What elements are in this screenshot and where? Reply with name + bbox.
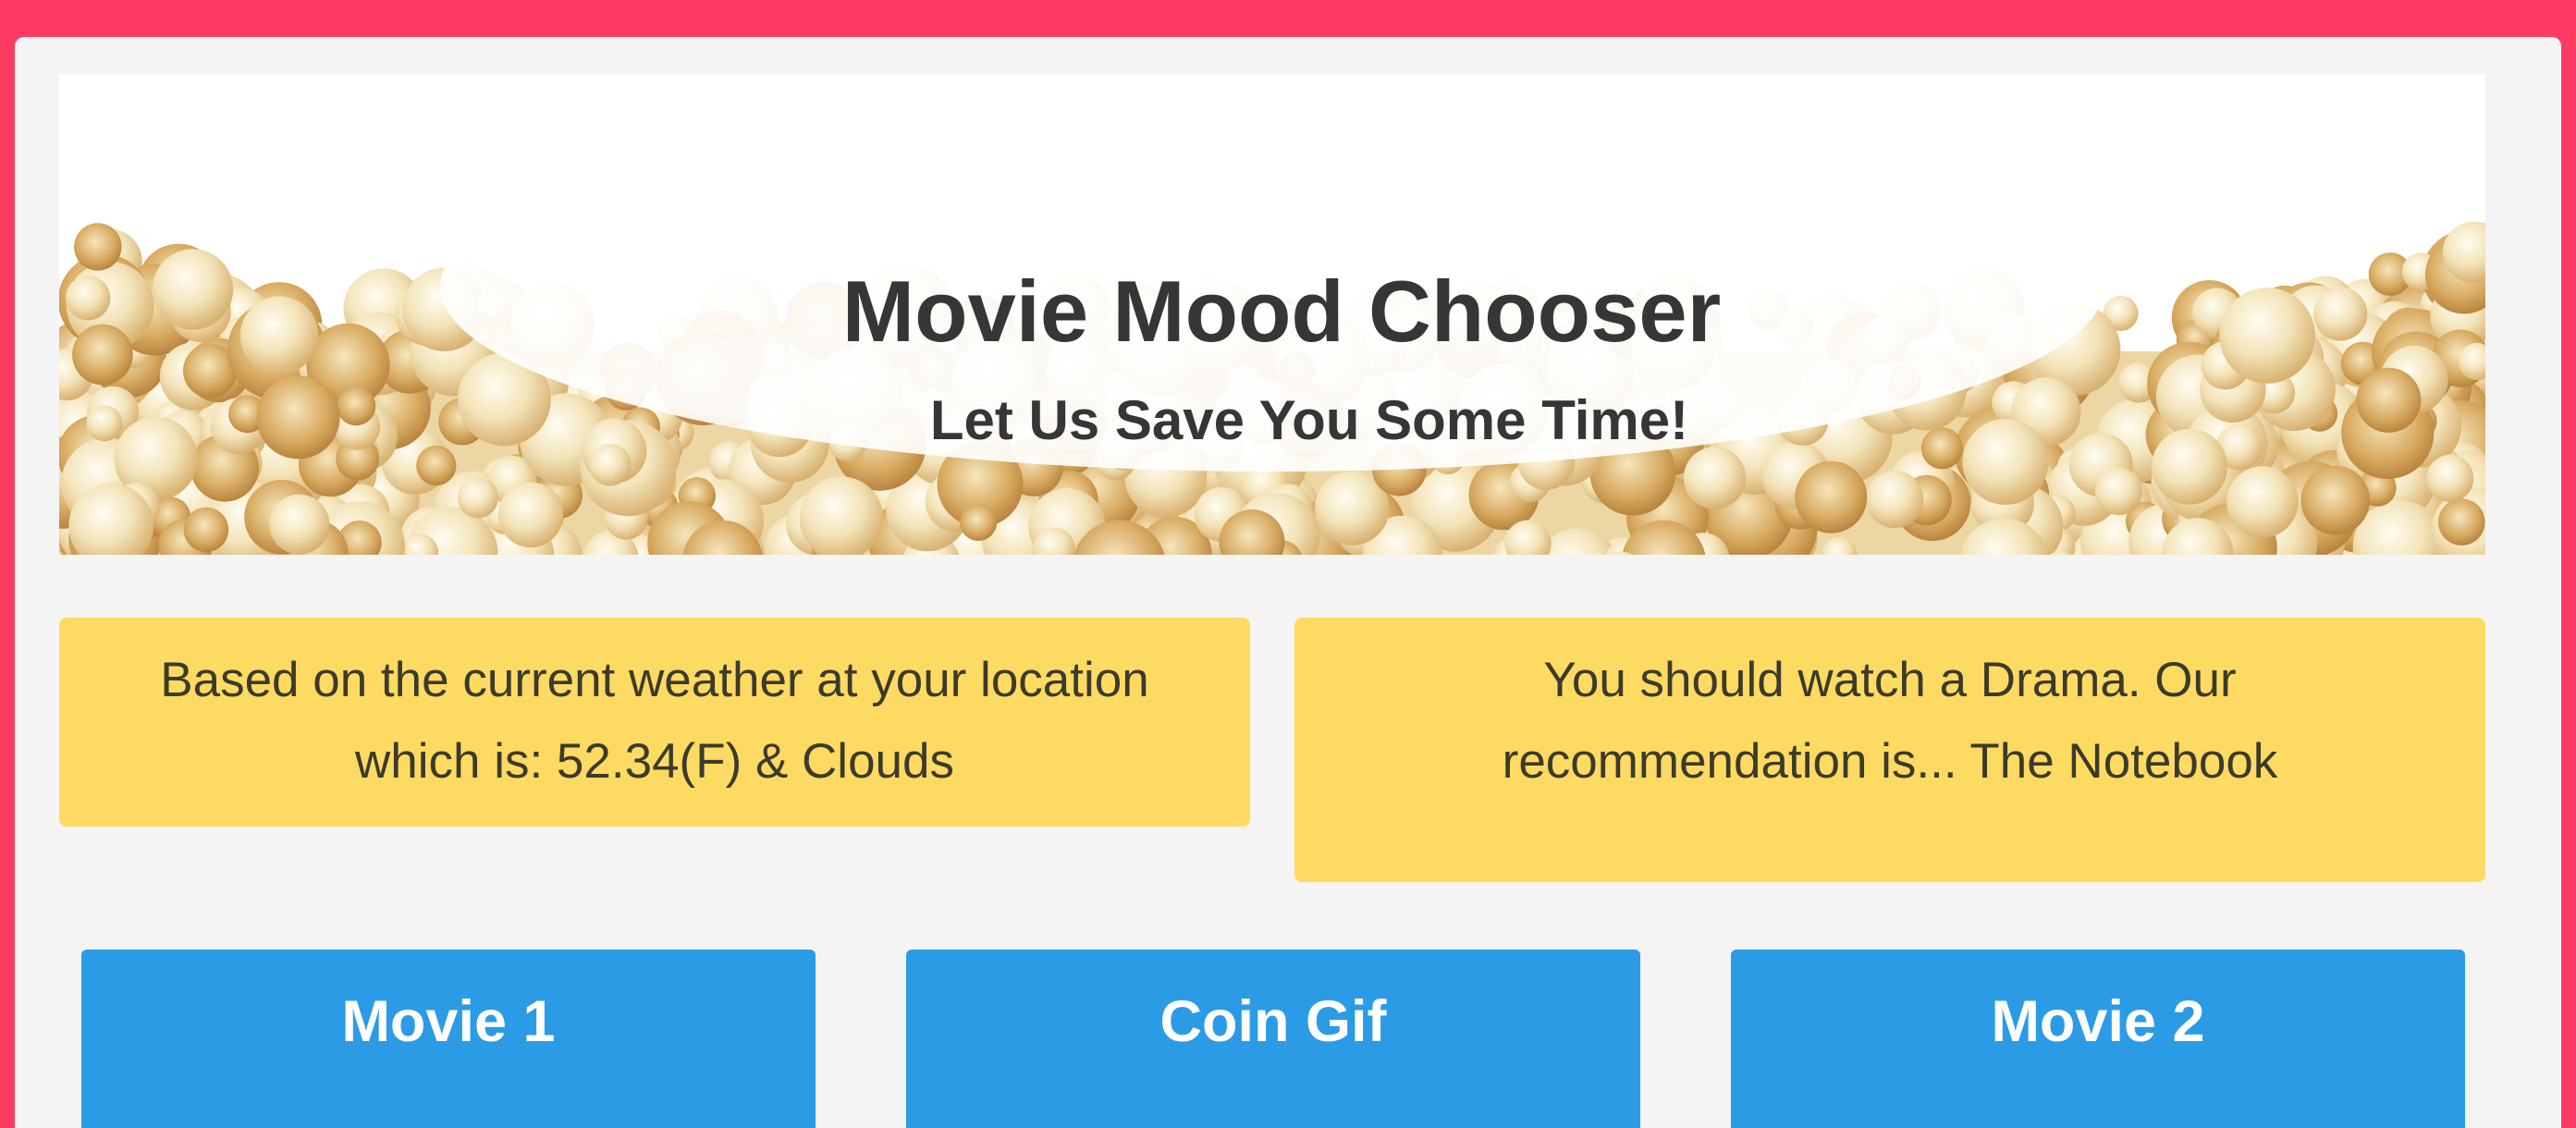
movie-1-button[interactable]: Movie 1 <box>81 950 816 1128</box>
weather-notice-line2: which is: 52.34(F) & Clouds <box>354 734 955 789</box>
weather-notice-line1: Based on the current weather at your loc… <box>160 653 1149 707</box>
movie-2-button[interactable]: Movie 2 <box>1731 950 2465 1128</box>
page-subtitle: Let Us Save You Some Time! <box>929 389 1689 451</box>
hero-banner: Movie Mood Chooser Let Us Save You Some … <box>59 74 2485 555</box>
recommendation-notice-line1: You should watch a Drama. Our <box>1543 653 2237 707</box>
coin-gif-button[interactable]: Coin Gif <box>906 950 1640 1128</box>
recommendation-notice: You should watch a Drama. Our recommenda… <box>1294 618 2485 882</box>
recommendation-notice-line2: recommendation is... The Notebook <box>1502 734 2278 789</box>
page-card: Movie Mood Chooser Let Us Save You Some … <box>15 37 2561 1128</box>
page-title: Movie Mood Chooser <box>841 263 1722 360</box>
weather-notice: Based on the current weather at your loc… <box>59 618 1250 827</box>
